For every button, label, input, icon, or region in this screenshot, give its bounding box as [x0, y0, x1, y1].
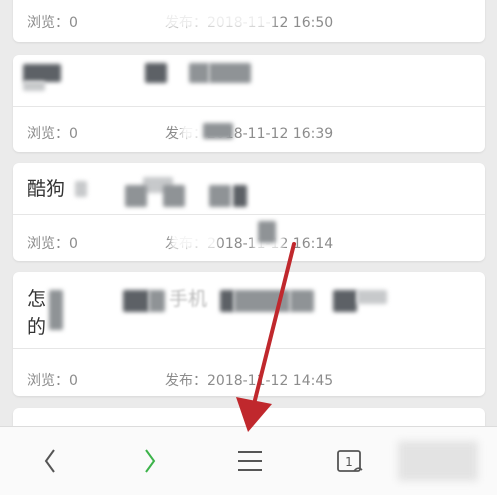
publish-date: 发布：2018-11-12 14:45 [165, 373, 334, 389]
blur-mask [258, 221, 276, 243]
article-card-4[interactable]: 怎 手机 的 浏览：0 发布：2018-11-12 14:45 [13, 272, 485, 396]
menu-button[interactable] [222, 427, 278, 495]
chevron-left-icon [44, 449, 55, 473]
blur-mask [357, 290, 387, 304]
article-title-area [13, 55, 485, 107]
hamburger-menu-icon [238, 451, 262, 471]
article-card-2[interactable]: 浏览：0 发布：2018-11-12 16:39 [13, 55, 485, 152]
blur-mask [209, 63, 251, 83]
blur-mask [163, 185, 185, 207]
blur-mask [220, 290, 234, 312]
views-count: 浏览：0 [27, 236, 78, 252]
tabs-button[interactable]: 1 [322, 427, 378, 495]
tabs-count: 1 [345, 455, 353, 469]
forward-button[interactable] [122, 427, 178, 495]
article-title-area: 酷狗 [13, 163, 485, 215]
article-title-line1: 怎 [27, 288, 47, 310]
views-count: 浏览：0 [27, 15, 78, 31]
blur-mask [123, 290, 149, 312]
tabs-icon: 1 [337, 450, 363, 472]
blur-mask [189, 63, 209, 83]
article-title-area: 怎 手机 的 [13, 272, 485, 349]
blur-mask [23, 81, 45, 91]
blur-mask [163, 10, 273, 28]
article-card-3[interactable]: 酷狗 浏览：0 发布：2018-11-12 16:14 [13, 163, 485, 261]
blur-mask [145, 63, 167, 83]
blur-mask [75, 181, 87, 197]
article-card-1[interactable]: 浏览：0 发布：2018-11-12 16:50 [13, 0, 485, 42]
back-button[interactable] [22, 427, 78, 495]
blur-mask [23, 64, 61, 82]
views-count: 浏览：0 [27, 373, 78, 389]
blur-mask [209, 185, 231, 207]
blur-mask [234, 290, 290, 312]
blur-mask [290, 290, 314, 312]
blur-mask [149, 290, 165, 312]
bottom-toolbar: 1 [0, 426, 497, 495]
blur-mask [233, 185, 247, 207]
chevron-right-icon [145, 449, 156, 473]
blur-mask [203, 123, 233, 139]
blur-mask [333, 290, 357, 312]
article-title-line2: 的 [27, 316, 47, 338]
views-count: 浏览：0 [27, 126, 78, 142]
article-title-line1-mid: 手机 [169, 288, 208, 310]
blur-mask [171, 231, 217, 249]
article-title: 酷狗 [27, 178, 66, 200]
blur-mask [49, 290, 63, 330]
blur-mask [398, 441, 478, 481]
blur-mask [125, 185, 147, 207]
